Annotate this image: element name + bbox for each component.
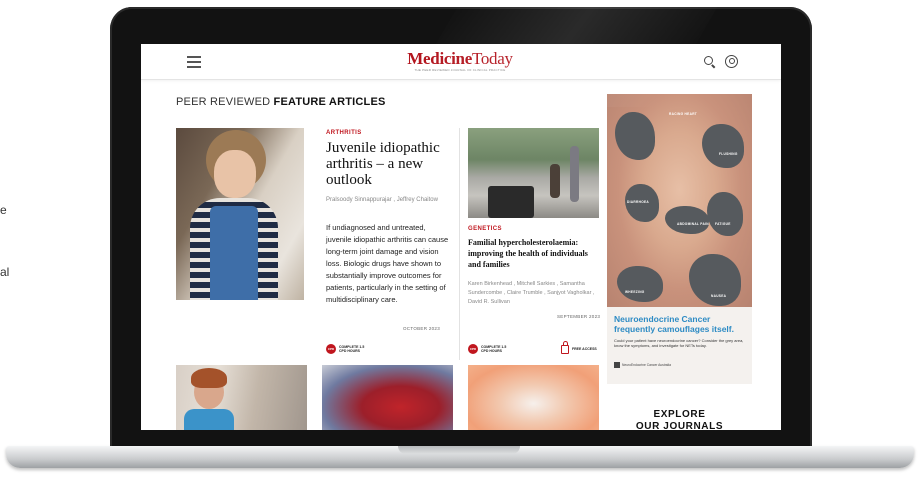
article-image-boy[interactable] [176,365,307,430]
ad-symptom-label: FATIGUE [715,222,731,226]
article-date: SEPTEMBER 2023 [557,314,601,319]
site-header: MedicineToday THE PEER REVIEWED JOURNAL … [141,44,781,80]
article-title[interactable]: Juvenile idiopathic arthritis – a new ou… [326,140,454,188]
ad-copy: Could your patient have neuroendocrine c… [614,338,744,348]
cpd-icon: CPD [326,344,336,354]
article-authors: Karen Birkenhead , Mitchell Sarkies , Sa… [468,281,595,305]
ad-symptom-label: WHEEZING [625,290,645,294]
article-category[interactable]: ARTHRITIS [326,130,362,136]
article-category[interactable]: GENETICS [468,226,502,232]
article-image-brain[interactable] [468,365,599,430]
article-authors: Pralsoody Sinnappurajar , Jeffrey Chaito… [326,197,438,203]
ad-symptom-label: DIARRHOEA [627,200,650,204]
article-image-child[interactable] [176,128,304,300]
section-title-bold: FEATURE ARTICLES [273,96,386,108]
logo-tagline: THE PEER REVIEWED JOURNAL OF CLINICAL PR… [414,68,506,72]
section-title-light: PEER REVIEWED [176,96,274,108]
section-title: PEER REVIEWED FEATURE ARTICLES [176,96,386,108]
explore-line: EXPLORE [653,409,706,420]
ad-image: RACING HEART FLUSHING DIARRHOEA ABDOMINA… [607,94,752,307]
article-excerpt: If undiagnosed and untreated, juvenile i… [326,223,449,304]
free-access-badge[interactable]: FREE ACCESS [561,341,597,354]
ad-headline: Neuroendocrine Cancer frequently camoufl… [614,314,734,334]
ad-symptom-label: NAUSEA [711,294,727,298]
logo-word-today: Today [471,49,513,68]
explore-line: OUR JOURNALS [635,421,724,430]
hamburger-menu-icon[interactable] [187,56,201,68]
logo-word-medicine: Medicine [407,49,472,68]
cpd-label: COMPLETE 1.5 CPD HOURS [481,345,507,353]
article-image-cemetery[interactable] [468,128,599,218]
ad-symptom-label: RACING HEART [669,112,698,116]
ad-brand-logo-icon [614,362,620,368]
ad-brand-name: NeuroEndocrine Cancer Australia [622,363,671,367]
laptop-notch [398,446,520,454]
explore-journals-heading[interactable]: EXPLORE OUR JOURNALS [607,409,752,430]
cpd-button[interactable]: CPD COMPLETE 1.5 CPD HOURS [326,344,371,354]
search-icon[interactable] [704,56,716,68]
article-title[interactable]: Familial hypercholesterolaemia: improvin… [468,237,600,270]
account-icon[interactable] [725,55,738,68]
article-image-heart[interactable] [322,365,453,430]
cropped-text-fragment: e [0,203,7,217]
cpd-icon: CPD [468,344,478,354]
site-logo[interactable]: MedicineToday THE PEER REVIEWED JOURNAL … [405,50,515,76]
lock-icon [561,341,569,354]
free-access-label: FREE ACCESS [572,346,597,351]
advertisement[interactable]: RACING HEART FLUSHING DIARRHOEA ABDOMINA… [607,94,752,384]
ad-symptom-label: FLUSHING [719,152,738,156]
cpd-button[interactable]: CPD COMPLETE 1.5 CPD HOURS [468,344,513,354]
ad-symptom-label: ABDOMINAL PAIN [677,222,709,226]
article-date: OCTOBER 2023 [403,326,441,331]
cpd-label: COMPLETE 1.5 CPD HOURS [339,345,365,353]
ad-brand: NeuroEndocrine Cancer Australia [614,362,671,368]
column-divider [459,128,460,360]
cropped-text-fragment: al [0,265,10,279]
laptop-screen: MedicineToday THE PEER REVIEWED JOURNAL … [141,44,781,430]
